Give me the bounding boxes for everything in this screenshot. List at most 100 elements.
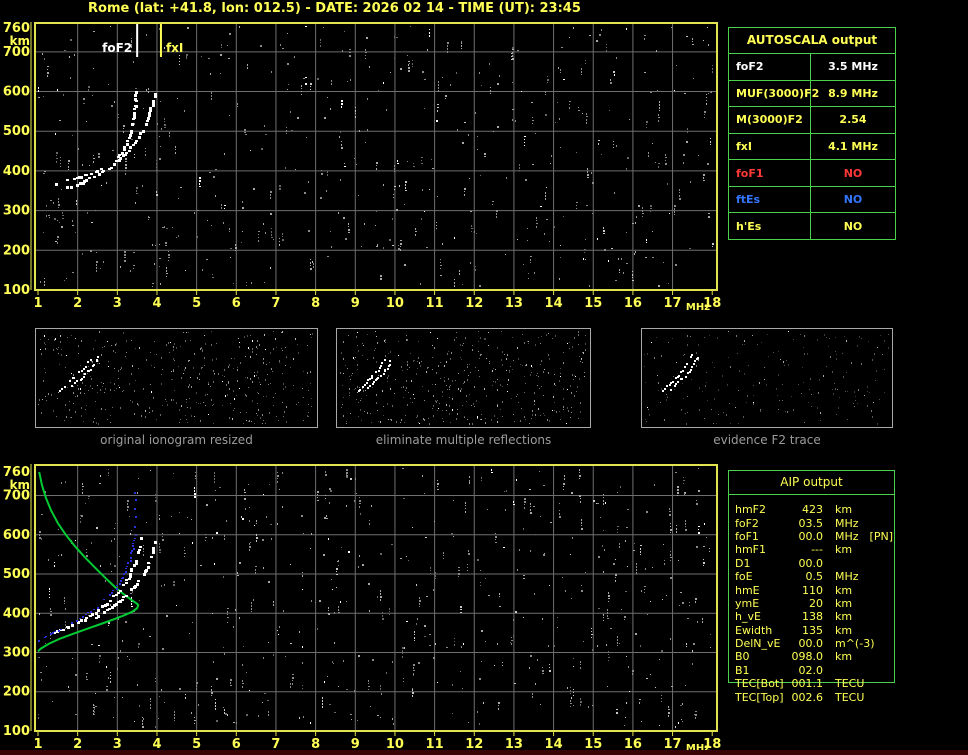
aip-row-value: 098.0 xyxy=(791,650,824,664)
autoscala-row-value: NO xyxy=(843,166,863,180)
y-axis-unit: km xyxy=(10,478,30,492)
x-tick-label: 10 xyxy=(386,296,404,311)
y-tick-label: 600 xyxy=(3,528,30,543)
aip-row-unit: km xyxy=(835,503,853,517)
autoscala-row-label: foF2 xyxy=(729,54,811,80)
aip-rows: hmF2 423 km foF2 03.5 MHz foF1 00.0 MHz [PN] hmF1 -… xyxy=(729,503,894,704)
x-tick-label: 13 xyxy=(505,296,523,311)
aip-row-unit: km xyxy=(835,596,853,610)
x-tick-label: 5 xyxy=(192,296,201,311)
y-tick-label: 200 xyxy=(3,685,30,700)
autoscala-row-label: MUF(3000)F2 xyxy=(729,80,819,107)
x-tick-label: 17 xyxy=(664,296,682,311)
autoscala-row-label: h'Es xyxy=(729,213,811,239)
aip-row: D1 00.0 xyxy=(729,557,894,570)
aip-row-name: DelN_vE xyxy=(735,637,781,651)
page-title: Rome (lat: +41.8, lon: 012.5) - DATE: 20… xyxy=(88,1,581,16)
aip-row-unit: km xyxy=(835,650,853,664)
aip-row-name: hmF2 xyxy=(735,503,767,517)
autoscala-row-muf3000f2: MUF(3000)F2 8.9 MHz xyxy=(729,79,895,107)
autoscala-row-label: M(3000)F2 xyxy=(729,107,811,133)
aip-row-unit: TECU xyxy=(835,677,865,691)
ionogram-app-screen: { "header": { "title": "Rome (lat: +41.8… xyxy=(0,0,968,755)
aip-row-value: 423 xyxy=(802,503,823,517)
panel-caption: evidence F2 trace xyxy=(713,433,821,447)
autoscala-row-label: foF1 xyxy=(729,160,811,186)
aip-row: TEC[Bot] 001.1 TECU xyxy=(729,677,894,690)
x-tick-label: 14 xyxy=(545,296,563,311)
mini-panel-canvas-3 xyxy=(644,331,889,425)
aip-row: ymE 20 km xyxy=(729,597,894,610)
aip-row-name: TEC[Bot] xyxy=(735,677,784,691)
x-tick-label: 9 xyxy=(351,296,360,311)
aip-row-unit: MHz xyxy=(835,529,859,543)
aip-row: hmF2 423 km xyxy=(729,503,894,516)
y-tick-label: 600 xyxy=(3,85,30,100)
mini-panel-canvas-2 xyxy=(340,331,586,425)
aip-row-name: hmF1 xyxy=(735,543,767,557)
aip-row-value: 110 xyxy=(802,583,823,597)
aip-row: DelN_vE 00.0 m^(-3) xyxy=(729,637,894,650)
aip-row: hmF1 --- km xyxy=(729,543,894,556)
top-ionogram-canvas: foF2 fxI1 2 3 4 5 6 7 8 9 10 11 12 13 14 15 16 17 18MHz760… xyxy=(3,21,721,313)
autoscala-row-fof2: foF2 3.5 MHz xyxy=(729,53,895,80)
y-tick-label: 100 xyxy=(3,724,30,739)
aip-row: TEC[Top] 002.6 TECU xyxy=(729,690,894,704)
autoscala-row-value: 4.1 MHz xyxy=(828,139,878,153)
x-tick-label: 8 xyxy=(311,296,320,311)
top-ionogram-plot: foF2 fxI 1 2 3 4 5 6 7 8 9 10 11 12 13 14 15 16 17 18 MHz 760… xyxy=(0,16,724,316)
y-tick-label: 300 xyxy=(3,646,30,661)
aip-row: foF2 03.5 MHz xyxy=(729,516,894,530)
x-tick-label: 7 xyxy=(271,296,280,311)
x-tick-label: 4 xyxy=(152,296,161,311)
x-tick-label: 12 xyxy=(465,296,483,311)
aip-row-name: Ewidth xyxy=(735,623,773,637)
autoscala-row-m3000f2: M(3000)F2 2.54 xyxy=(729,106,895,133)
aip-row-value: --- xyxy=(811,543,823,557)
aip-row-name: ymE xyxy=(735,596,760,610)
bottom-strip xyxy=(0,750,968,755)
autoscala-row-label: ftEs xyxy=(729,186,811,213)
autoscala-row-value: NO xyxy=(843,193,863,207)
y-tick-label: 400 xyxy=(3,606,30,621)
panel-evidence-f2-trace xyxy=(641,328,893,428)
autoscala-row-label: fxI xyxy=(729,133,811,160)
fxI-marker-label: fxI xyxy=(166,41,183,55)
autoscala-row-fof1: foF1 NO xyxy=(729,159,895,186)
aip-row-unit: TECU xyxy=(835,690,865,704)
x-tick-label: 2 xyxy=(73,296,82,311)
y-tick-label: 500 xyxy=(3,124,30,139)
y-tick-label: 500 xyxy=(3,567,30,582)
aip-row-name: h_vE xyxy=(735,610,761,624)
aip-row-name: D1 xyxy=(735,556,751,570)
autoscala-row-ftes: ftEs NO xyxy=(729,185,895,213)
aip-row-unit: MHz xyxy=(835,570,859,584)
x-axis-unit: MHz xyxy=(686,302,710,313)
aip-row: B0 098.0 km xyxy=(729,650,894,663)
x-tick-label: 3 xyxy=(113,296,122,311)
aip-row-value: 03.5 xyxy=(798,516,824,530)
foF2-marker-label: foF2 xyxy=(102,41,132,55)
autoscala-row-value: NO xyxy=(843,219,863,233)
aip-row: h_vE 138 km xyxy=(729,610,894,623)
y-tick-label: 300 xyxy=(3,204,30,219)
panel-caption: original ionogram resized xyxy=(100,433,253,447)
y-tick-label: 100 xyxy=(3,283,30,298)
aip-row-name: hmE xyxy=(735,583,760,597)
aip-row-name: foF2 xyxy=(735,516,759,530)
autoscala-row-value: 2.54 xyxy=(839,113,867,127)
aip-row-value: 00.0 xyxy=(798,556,824,570)
aip-row: B1 02.0 xyxy=(729,664,894,677)
aip-row-value: 002.6 xyxy=(791,690,824,704)
aip-row-value: 00.0 xyxy=(798,529,824,543)
autoscala-row-value: 3.5 MHz xyxy=(828,60,878,74)
x-tick-label: 1 xyxy=(33,296,42,311)
x-tick-label: 15 xyxy=(584,296,602,311)
aip-row-unit: km xyxy=(835,610,853,624)
autoscala-header: AUTOSCALA output xyxy=(746,33,878,47)
aip-row: hmE 110 km xyxy=(729,583,894,597)
aip-row-value: 02.0 xyxy=(798,663,824,677)
y-tick-label: 200 xyxy=(3,243,30,258)
aip-row-value: 0.5 xyxy=(805,570,824,584)
aip-row-note: [PN] xyxy=(869,529,893,543)
